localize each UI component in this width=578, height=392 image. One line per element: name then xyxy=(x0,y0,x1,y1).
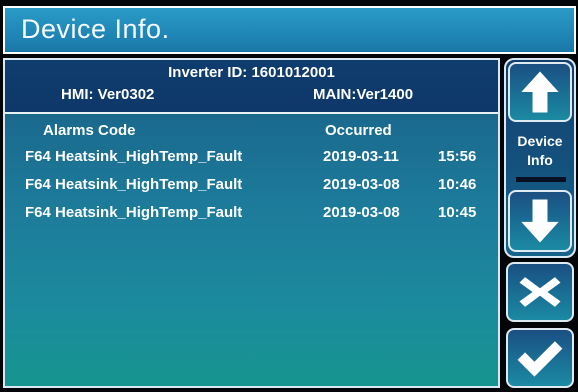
device-screen: Device Info. Inverter ID: 1601012001 HMI… xyxy=(0,0,578,392)
confirm-button[interactable] xyxy=(506,328,574,388)
alarm-time: 10:45 xyxy=(438,204,477,221)
table-row[interactable]: F64 Heatsink_HighTemp_Fault 2019-03-08 1… xyxy=(5,176,498,200)
page-up-button[interactable] xyxy=(508,62,572,122)
table-row[interactable]: F64 Heatsink_HighTemp_Fault 2019-03-08 1… xyxy=(5,204,498,228)
alarm-date: 2019-03-08 xyxy=(323,204,400,221)
alarm-date: 2019-03-08 xyxy=(323,176,400,193)
column-header-alarms-code: Alarms Code xyxy=(43,122,136,139)
device-info-band: Inverter ID: 1601012001 HMI: Ver0302 MAI… xyxy=(5,60,498,114)
alarm-code: F64 Heatsink_HighTemp_Fault xyxy=(25,176,243,193)
alarm-time: 15:56 xyxy=(438,148,477,165)
check-icon xyxy=(517,341,563,377)
device-info-panel: Inverter ID: 1601012001 HMI: Ver0302 MAI… xyxy=(3,58,500,388)
page-title: Device Info. xyxy=(21,14,170,44)
device-info-label: Device Info xyxy=(504,132,576,170)
main-version: MAIN:Ver1400 xyxy=(313,86,414,103)
arrow-up-icon xyxy=(521,71,559,113)
title-bar: Device Info. xyxy=(3,6,576,54)
device-info-label-line1: Device xyxy=(517,133,563,149)
alarm-time: 10:46 xyxy=(438,176,477,193)
alarm-date: 2019-03-11 xyxy=(323,148,399,165)
close-icon xyxy=(519,277,561,307)
page-down-button[interactable] xyxy=(508,190,572,252)
device-info-underline xyxy=(516,177,566,182)
cancel-button[interactable] xyxy=(506,262,574,322)
arrow-down-icon xyxy=(521,199,559,243)
alarm-code: F64 Heatsink_HighTemp_Fault xyxy=(25,204,243,221)
device-info-label-line2: Info xyxy=(527,152,553,168)
hmi-version: HMI: Ver0302 xyxy=(61,86,155,103)
inverter-id: Inverter ID: 1601012001 xyxy=(168,64,335,81)
alarm-code: F64 Heatsink_HighTemp_Fault xyxy=(25,148,243,165)
column-header-occurred: Occurred xyxy=(325,122,392,139)
table-row[interactable]: F64 Heatsink_HighTemp_Fault 2019-03-11 1… xyxy=(5,148,498,172)
